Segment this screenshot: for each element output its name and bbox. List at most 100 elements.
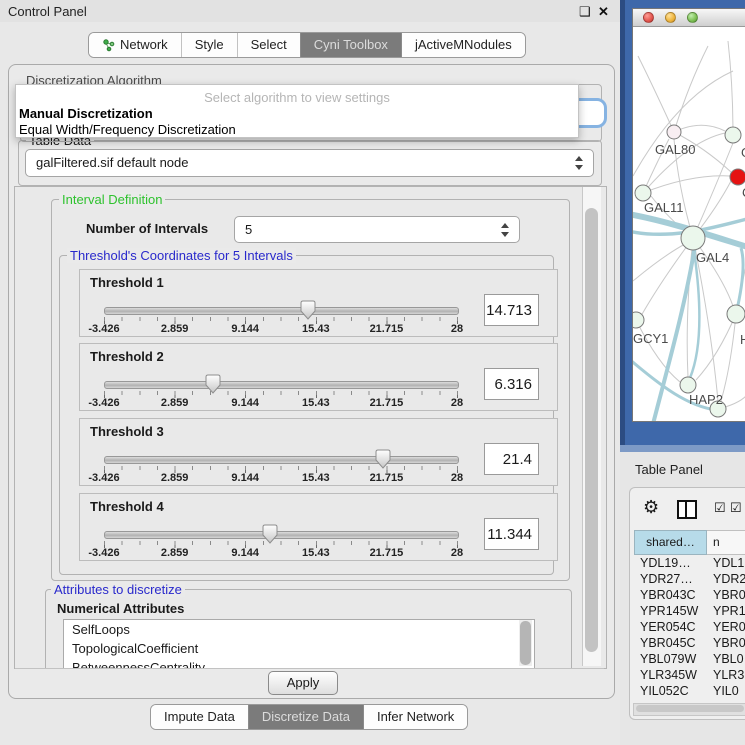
table-row[interactable]: YLR345WYLR3 [634, 667, 745, 683]
threshold-1-slider-thumb[interactable] [300, 300, 316, 320]
threshold-4-panel: Threshold 4 -3.426 2.859 9.144 15.43 21.… [79, 493, 558, 561]
scale-label: 9.144 [231, 323, 259, 335]
node-label-gal4: GAL4 [696, 250, 729, 265]
tab-label: Network [120, 33, 168, 57]
minimize-traffic-light-icon[interactable] [665, 12, 676, 23]
threshold-3-label: Threshold 3 [90, 424, 164, 439]
attributes-list-scrollbar[interactable] [519, 620, 532, 666]
tab-cyni-toolbox[interactable]: Cyni Toolbox [300, 33, 402, 57]
attributes-group-label: Attributes to discretize [51, 582, 185, 597]
threshold-3-panel: Threshold 3 -3.426 2.859 9.144 15.43 21.… [79, 418, 558, 486]
dropdown-prompt-option[interactable]: Select algorithm to view settings [16, 90, 578, 105]
threshold-1-slider-track[interactable] [104, 307, 459, 315]
dropdown-option-equal-width[interactable]: Equal Width/Frequency Discretization [19, 122, 236, 137]
table-row[interactable]: YDR27…YDR2 [634, 571, 745, 587]
tab-infer-network[interactable]: Infer Network [364, 705, 467, 729]
divider [15, 668, 604, 669]
node-gcy1[interactable] [633, 312, 644, 328]
network-canvas[interactable]: GAL80 G C GAL11 GAL4 GCY1 H HAP2 [633, 26, 745, 421]
node-gal11[interactable] [635, 185, 651, 201]
dropdown-option-manual-discretization[interactable]: Manual Discretization [19, 106, 153, 121]
node-gal80[interactable] [667, 125, 681, 139]
threshold-2-value-field[interactable]: 6.316 [484, 368, 539, 400]
list-item-topologicalcoefficient[interactable]: TopologicalCoefficient [64, 639, 534, 658]
bottom-mode-tabs: Impute Data Discretize Data Infer Networ… [150, 704, 468, 730]
table-row[interactable]: YBL079WYBL0 [634, 651, 745, 667]
number-of-intervals-spinner[interactable]: 5 [234, 216, 520, 243]
table-row[interactable]: YBR045CYBR0 [634, 635, 745, 651]
node-label-gal80: GAL80 [655, 142, 695, 157]
panel-title: Control Panel [8, 4, 87, 19]
tab-jactivemnodules[interactable]: jActiveMNodules [402, 33, 525, 57]
combo-stepper-icon [575, 156, 584, 170]
apply-button[interactable]: Apply [268, 671, 338, 695]
table-panel-title: Table Panel [635, 462, 703, 477]
numerical-attributes-label: Numerical Attributes [57, 601, 184, 616]
table-row[interactable]: YDL19…YDL1 [634, 555, 745, 571]
checkbox-icon-b[interactable]: ☑ [730, 501, 742, 514]
interval-definition-label: Interval Definition [59, 192, 165, 207]
frame-edge [620, 0, 625, 452]
threshold-1-label: Threshold 1 [90, 275, 164, 290]
threshold-2-panel: Threshold 2 -3.426 2.859 9.144 15.43 21.… [79, 343, 558, 411]
node-label-gcy1: GCY1 [633, 331, 668, 346]
scrollbar-thumb[interactable] [585, 208, 598, 652]
spinner-stepper-icon [501, 223, 510, 237]
node-g[interactable] [725, 127, 741, 143]
node-gal4[interactable] [681, 226, 705, 250]
tab-style[interactable]: Style [181, 33, 237, 57]
network-window-titlebar [633, 9, 745, 27]
column-header-shared[interactable]: shared… [634, 530, 707, 555]
threshold-1-value-field[interactable]: 14.713 [484, 294, 539, 326]
threshold-4-label: Threshold 4 [90, 499, 164, 514]
intervals-count-value: 5 [245, 222, 252, 237]
column-layout-icon[interactable] [677, 500, 697, 519]
tab-select[interactable]: Select [237, 33, 300, 57]
scale-label: -3.426 [88, 323, 119, 335]
gear-icon[interactable]: ⚙ [643, 498, 659, 516]
list-item-selfloops[interactable]: SelfLoops [64, 620, 534, 639]
threshold-3-slider-track[interactable] [104, 456, 459, 464]
close-traffic-light-icon[interactable] [643, 12, 654, 23]
table-row[interactable]: YPR145WYPR1 [634, 603, 745, 619]
threshold-4-slider-thumb[interactable] [262, 524, 278, 544]
threshold-4-slider-track[interactable] [104, 531, 459, 539]
table-row[interactable]: YIL052CYIL0 [634, 683, 745, 699]
node-red-selected[interactable] [730, 169, 745, 185]
close-icon[interactable]: ✕ [598, 5, 609, 18]
table-data-combobox[interactable]: galFiltered.sif default node [25, 149, 594, 177]
tab-discretize-data[interactable]: Discretize Data [248, 705, 364, 729]
threshold-2-label: Threshold 2 [90, 349, 164, 364]
table-rows: YDL19…YDL1 YDR27…YDR2 YBR043CYBR0 YPR145… [634, 555, 745, 701]
node-hap2[interactable] [680, 377, 696, 393]
tab-network[interactable]: Network [89, 33, 181, 57]
column-header-name[interactable]: n [707, 530, 745, 555]
float-window-icon[interactable]: ❑ [579, 5, 591, 18]
table-panel-box: ⚙ ☑ ☑ shared… n YDL19…YDL1 YDR27…YDR2 YB… [629, 487, 745, 720]
table-horizontal-scrollbar[interactable] [633, 703, 745, 716]
node-h[interactable] [727, 305, 745, 323]
threshold-4-value-field[interactable]: 11.344 [484, 518, 539, 550]
scale-label: 28 [451, 323, 463, 335]
threshold-2-slider-track[interactable] [104, 381, 459, 389]
scale-label: 15.43 [302, 323, 330, 335]
table-row[interactable]: YER054CYER0 [634, 619, 745, 635]
threshold-3-slider-thumb[interactable] [375, 449, 391, 469]
tab-impute-data[interactable]: Impute Data [151, 705, 248, 729]
network-window: GAL80 G C GAL11 GAL4 GCY1 H HAP2 [632, 8, 745, 422]
control-panel-tabs: Network Style Select Cyni Toolbox jActiv… [88, 32, 526, 58]
scale-label: 21.715 [370, 323, 404, 335]
thresholds-group-label: Threshold's Coordinates for 5 Intervals [67, 248, 296, 263]
checkbox-icon-a[interactable]: ☑ [714, 501, 726, 514]
table-row[interactable]: YBR043CYBR0 [634, 587, 745, 603]
node-label-gal11: GAL11 [644, 200, 684, 215]
node-label-h: H [740, 332, 745, 347]
scale-label: 2.859 [161, 323, 189, 335]
settings-vertical-scrollbar[interactable] [582, 187, 601, 666]
threshold-2-slider-thumb[interactable] [205, 374, 221, 394]
frame-edge-bottom [620, 445, 745, 452]
number-of-intervals-label: Number of Intervals [86, 221, 208, 236]
threshold-1-panel: Threshold 1 -3.426 2.859 9.144 15.43 21.… [79, 269, 558, 337]
zoom-traffic-light-icon[interactable] [687, 12, 698, 23]
threshold-3-value-field[interactable]: 21.4 [484, 443, 539, 475]
